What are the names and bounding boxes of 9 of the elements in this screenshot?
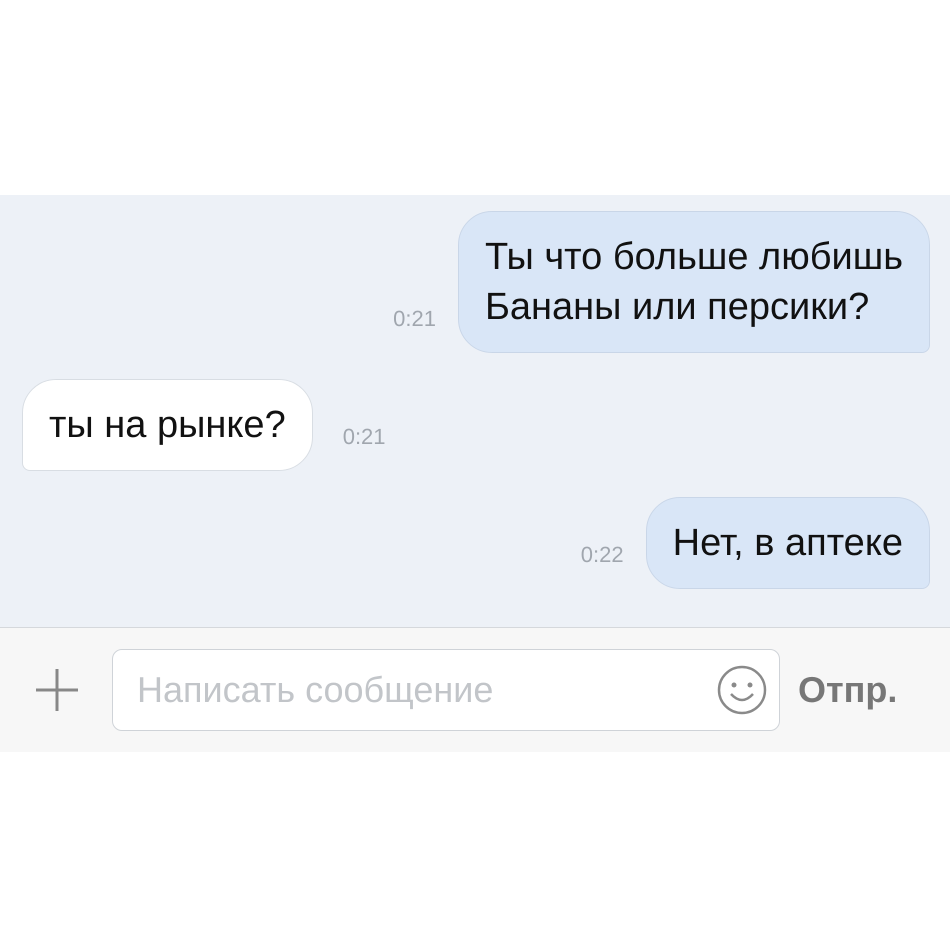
message-time: 0:21 — [342, 423, 386, 451]
message-time: 0:21 — [393, 305, 436, 333]
message-bubble: Ты что больше любишь Бананы или персики? — [458, 211, 930, 353]
message-bubble: Нет, в аптеке — [646, 497, 930, 589]
message-bubble: ты на рынке? — [22, 379, 313, 471]
send-button[interactable]: Отпр. — [798, 663, 898, 717]
smiley-icon[interactable] — [716, 664, 768, 716]
message-time: 0:22 — [580, 541, 624, 569]
message-field[interactable]: Написать сообщение — [112, 649, 780, 731]
